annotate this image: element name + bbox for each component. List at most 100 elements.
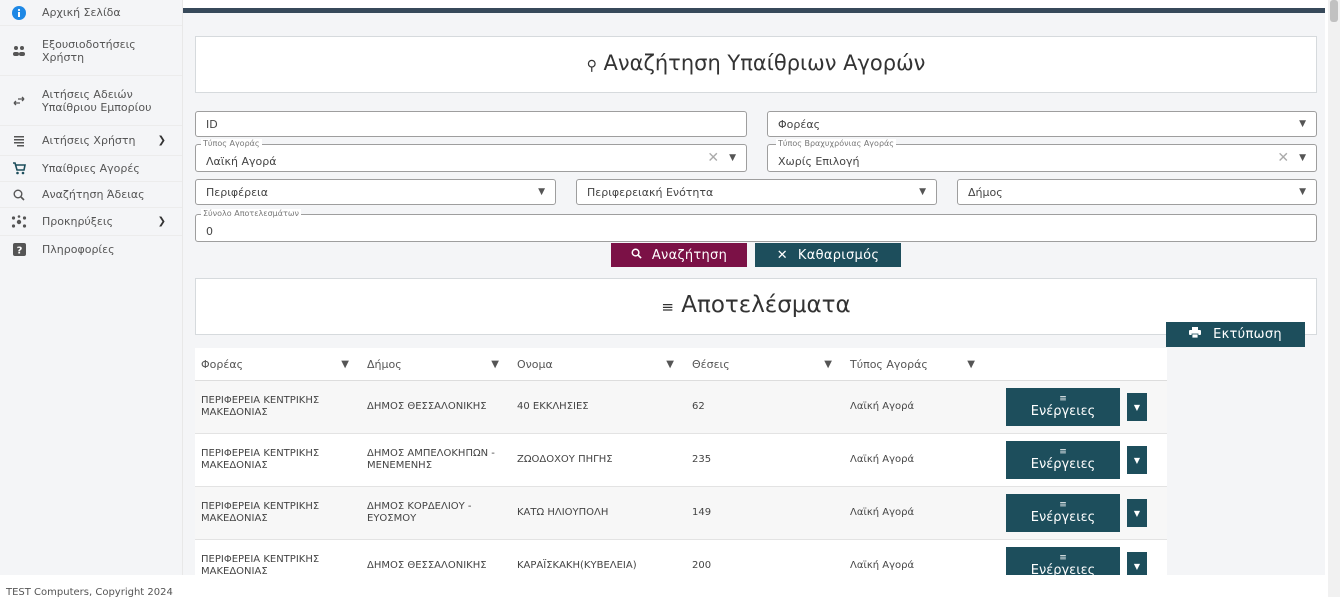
table-row: ΠΕΡΙΦΕΡΕΙΑ ΚΕΝΤΡΙΚΗΣ ΜΑΚΕΔΟΝΙΑΣ ΔΗΜΟΣ ΘΕ… — [195, 381, 1167, 434]
cell-typos: Λαϊκή Αγορά — [850, 560, 915, 571]
cell-foreas: ΠΕΡΙΦΕΡΕΙΑ ΚΕΝΤΡΙΚΗΣ ΜΑΚΕΔΟΝΙΑΣ — [201, 395, 320, 418]
sidebar-item-user-requests[interactable]: Αιτήσεις Χρήστη ❯ — [0, 126, 182, 156]
sidebar-item-label: Αναζήτηση Άδειας — [42, 188, 145, 201]
sidebar-item-label: Πληροφορίες — [42, 242, 115, 256]
id-field[interactable]: ID — [195, 111, 747, 137]
sidebar-item-label: Υπαίθριες Αγορές — [42, 162, 140, 175]
short-market-type-value: Χωρίς Επιλογή — [778, 154, 860, 168]
printer-icon — [1189, 327, 1202, 342]
clear-button[interactable]: ✕ Καθαρισμός — [755, 243, 901, 267]
short-market-type-select[interactable]: Χωρίς Επιλογή ✕ ▼ — [767, 144, 1317, 172]
scrollbar[interactable] — [1328, 0, 1340, 597]
municipality-select[interactable]: Δήμος ▼ — [957, 179, 1317, 205]
column-header-typos[interactable]: Τύπος Αγοράς ▼ — [844, 358, 987, 371]
actions-button[interactable]: ≡ Ενέργειες — [1006, 388, 1120, 426]
list-icon: ≡ — [1059, 447, 1067, 457]
sidebar-item-info[interactable]: ? Πληροφορίες — [0, 236, 182, 262]
column-header-dimos[interactable]: Δήμος ▼ — [361, 358, 511, 371]
swap-arrows-icon — [8, 90, 30, 112]
page-title: Αναζήτηση Υπαίθριων Αγορών — [603, 51, 926, 75]
sidebar-item-home[interactable]: Αρχική Σελίδα — [0, 0, 182, 26]
column-header-foreas[interactable]: Φορέας ▼ — [195, 358, 361, 371]
foreas-placeholder: Φορέας — [778, 117, 821, 131]
municipality-placeholder: Δήμος — [968, 185, 1003, 199]
sidebar-item-label: Αιτήσεις Αδειών Υπαίθριου Εμπορίου — [42, 87, 152, 114]
sidebar-item-license-search[interactable]: Αναζήτηση Άδειας — [0, 182, 182, 208]
cell-onoma: ΚΑΤΩ ΗΛΙΟΥΠΟΛΗ — [517, 507, 609, 518]
column-header-onoma[interactable]: Ονομα ▼ — [511, 358, 686, 371]
table-header: Φορέας ▼ Δήμος ▼ Ονομα ▼ Θέσεις ▼ Τύπος … — [195, 348, 1167, 381]
market-type-label: Τύπος Αγοράς — [201, 139, 262, 148]
sidebar-item-authorizations[interactable]: Εξουσιοδοτήσεις Χρήστη — [0, 26, 182, 76]
row-actions: ≡ Ενέργειες ▼ — [1006, 494, 1147, 532]
caret-down-icon: ▼ — [1299, 153, 1306, 163]
list-icon: ≡ — [661, 298, 674, 316]
cell-typos: Λαϊκή Αγορά — [850, 507, 915, 518]
caret-down-icon: ▼ — [919, 187, 926, 197]
id-placeholder: ID — [206, 117, 218, 131]
cell-dimos: ΔΗΜΟΣ ΑΜΠΕΛΟΚΗΠΩΝ - ΜΕΝΕΜΕΝΗΣ — [367, 448, 495, 471]
search-button[interactable]: Αναζήτηση — [611, 243, 747, 267]
actions-dropdown-button[interactable]: ▼ — [1127, 393, 1147, 421]
market-type-value: Λαϊκή Αγορά — [206, 154, 277, 168]
sidebar-item-outdoor-markets[interactable]: Υπαίθριες Αγορές — [0, 156, 182, 182]
cell-dimos: ΔΗΜΟΣ ΘΕΣΣΑΛΟΝΙΚΗΣ — [367, 560, 487, 571]
results-table: Φορέας ▼ Δήμος ▼ Ονομα ▼ Θέσεις ▼ Τύπος … — [195, 348, 1167, 593]
row-actions: ≡ Ενέργειες ▼ — [1006, 441, 1147, 479]
cell-foreas: ΠΕΡΙΦΕΡΕΙΑ ΚΕΝΤΡΙΚΗΣ ΜΑΚΕΔΟΝΙΑΣ — [201, 448, 320, 471]
sidebar-item-announcements[interactable]: Προκηρύξεις ❯ — [0, 208, 182, 236]
sidebar: Αρχική Σελίδα Εξουσιοδοτήσεις Χρήστη Αιτ… — [0, 0, 183, 575]
list-icon: ≡ — [1059, 500, 1067, 510]
filter-icon[interactable]: ▼ — [824, 359, 832, 370]
sidebar-item-label: Αιτήσεις Χρήστη — [42, 134, 136, 147]
table-body: ΠΕΡΙΦΕΡΕΙΑ ΚΕΝΤΡΙΚΗΣ ΜΑΚΕΔΟΝΙΑΣ ΔΗΜΟΣ ΘΕ… — [195, 381, 1167, 593]
market-type-select[interactable]: Λαϊκή Αγορά ✕ ▼ — [195, 144, 747, 172]
network-icon — [8, 211, 30, 233]
info-icon — [8, 2, 30, 24]
region-placeholder: Περιφέρεια — [206, 185, 269, 199]
total-results-value: 0 — [206, 224, 213, 238]
caret-down-icon: ▼ — [1133, 508, 1141, 518]
clear-icon[interactable]: ✕ — [1277, 150, 1289, 166]
caret-down-icon: ▼ — [1299, 187, 1306, 197]
filter-icon[interactable]: ▼ — [666, 359, 674, 370]
filter-icon[interactable]: ▼ — [491, 359, 499, 370]
column-header-theseis[interactable]: Θέσεις ▼ — [686, 358, 844, 371]
actions-button[interactable]: ≡ Ενέργειες — [1006, 441, 1120, 479]
chevron-down-icon: ❯ — [157, 216, 166, 227]
list-icon — [8, 130, 30, 152]
cell-dimos: ΔΗΜΟΣ ΚΟΡΔΕΛΙΟΥ - ΕΥΟΣΜΟΥ — [367, 501, 472, 524]
svg-text:?: ? — [16, 245, 22, 256]
print-button[interactable]: Εκτύπωση — [1166, 322, 1305, 347]
search-icon: ⚲ — [586, 58, 597, 74]
actions-dropdown-button[interactable]: ▼ — [1127, 446, 1147, 474]
caret-down-icon: ▼ — [1133, 455, 1141, 465]
sidebar-item-license-requests[interactable]: Αιτήσεις Αδειών Υπαίθριου Εμπορίου — [0, 76, 182, 126]
filter-icon[interactable]: ▼ — [341, 359, 349, 370]
sidebar-item-label: Αρχική Σελίδα — [42, 6, 121, 19]
actions-dropdown-button[interactable]: ▼ — [1127, 499, 1147, 527]
regional-unit-select[interactable]: Περιφερειακή Ενότητα ▼ — [576, 179, 937, 205]
cell-dimos: ΔΗΜΟΣ ΘΕΣΣΑΛΟΝΙΚΗΣ — [367, 401, 487, 412]
search-icon — [631, 248, 642, 263]
clear-button-label: Καθαρισμός — [797, 247, 880, 263]
chevron-down-icon: ❯ — [157, 135, 166, 146]
cell-onoma: 40 ΕΚΚΛΗΣΙΕΣ — [517, 401, 589, 412]
cell-onoma: ΖΩΟΔΟΧΟΥ ΠΗΓΗΣ — [517, 454, 613, 465]
cell-theseis: 149 — [692, 507, 712, 518]
close-icon: ✕ — [776, 247, 788, 263]
actions-button[interactable]: ≡ Ενέργειες — [1006, 494, 1120, 532]
foreas-select[interactable]: Φορέας ▼ — [767, 111, 1317, 137]
caret-down-icon: ▼ — [1133, 561, 1141, 571]
cell-theseis: 62 — [692, 401, 705, 412]
region-select[interactable]: Περιφέρεια ▼ — [195, 179, 556, 205]
scrollbar-thumb[interactable] — [1330, 0, 1338, 22]
short-market-type-label: Τύπος Βραχυχρόνιας Αγοράς — [776, 139, 896, 148]
search-button-label: Αναζήτηση — [651, 247, 728, 263]
row-actions: ≡ Ενέργειες ▼ — [1006, 388, 1147, 426]
list-icon: ≡ — [1059, 553, 1067, 563]
users-icon — [8, 40, 30, 62]
cell-onoma: ΚΑΡΑΪΣΚΑΚΗ(ΚΥΒΕΛΕΙΑ) — [517, 560, 637, 571]
filter-icon[interactable]: ▼ — [967, 359, 975, 370]
clear-icon[interactable]: ✕ — [707, 150, 719, 166]
